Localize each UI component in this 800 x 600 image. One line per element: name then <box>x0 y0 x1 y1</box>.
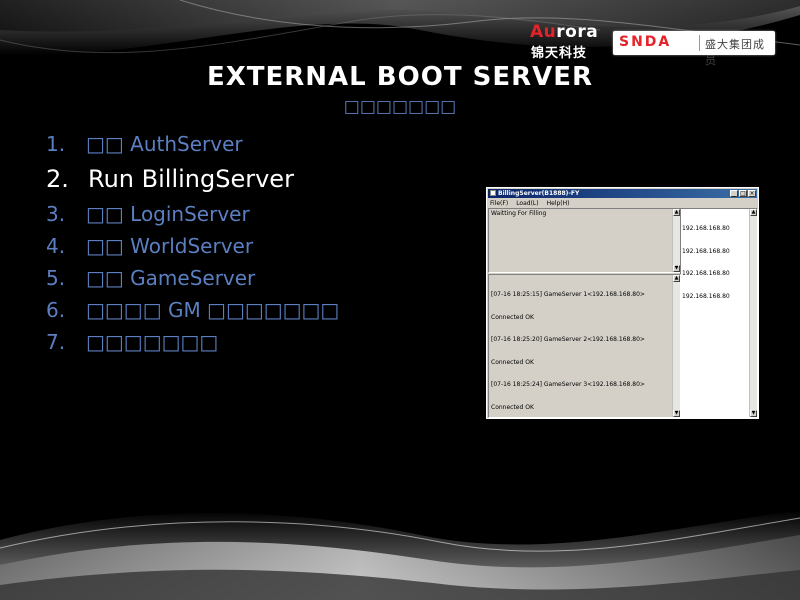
maximize-button[interactable]: □ <box>739 190 747 197</box>
log-line: Connected OK <box>491 358 534 366</box>
window-title: BillingServer(B1888)-FY <box>498 190 580 197</box>
ip-list-item[interactable]: 192.168.168.80 <box>682 248 730 256</box>
step-text: □□□□□□□ <box>86 330 219 354</box>
scroll-down-button[interactable]: ▼ <box>673 410 680 417</box>
scroll-up-button[interactable]: ▲ <box>750 209 757 216</box>
step-item-6: 6. □□□□ GM □□□□□□□ <box>46 294 339 326</box>
ip-list-scrollbar[interactable]: ▲ ▼ <box>749 209 757 417</box>
step-item-1: 1. □□ AuthServer <box>46 128 339 160</box>
log-lines: [07-16 18:25:15] GameServer 1<192.168.16… <box>491 276 645 471</box>
ip-list-item[interactable]: 192.168.168.80 <box>682 293 730 301</box>
aurora-logo: Aurora 锦天科技 <box>530 22 606 61</box>
menu-load[interactable]: Load(L) <box>516 199 538 208</box>
log-line: [07-16 18:25:20] GameServer 2<192.168.16… <box>491 336 645 343</box>
aurora-logo-wordmark: Aurora <box>530 22 599 42</box>
step-item-5: 5. □□ GameServer <box>46 262 339 294</box>
step-text: Run BillingServer <box>88 165 294 193</box>
log-line: Connected OK <box>491 448 534 456</box>
close-button[interactable]: × <box>748 190 756 197</box>
status-scrollbar[interactable]: ▲ ▼ <box>672 209 680 272</box>
ip-list-item[interactable]: 192.168.168.80 <box>682 270 730 278</box>
log-line: [07-16 18:25:28] GameServer 4<192.168.16… <box>491 426 645 433</box>
window-titlebar[interactable]: BillingServer(B1888)-FY _ □ × <box>488 189 757 198</box>
log-line: Connected OK <box>491 403 534 411</box>
status-text: Waitting For Filling <box>491 210 547 217</box>
log-line: [07-16 18:25:24] GameServer 3<192.168.16… <box>491 381 645 388</box>
log-pane: [07-16 18:25:15] GameServer 1<192.168.16… <box>488 274 681 456</box>
bottom-decorative-swoosh <box>0 510 800 600</box>
log-line: [07-16 18:25:15] GameServer 1<192.168.16… <box>491 291 645 298</box>
ip-list-item[interactable]: 192.168.168.80 <box>682 225 730 233</box>
log-scrollbar[interactable]: ▲ ▼ <box>672 275 680 417</box>
menu-help[interactable]: Help(H) <box>547 199 570 208</box>
ip-list: 192.168.168.80 192.168.168.80 192.168.16… <box>682 210 730 315</box>
step-text: □□ WorldServer <box>86 234 254 258</box>
step-text: □□ GameServer <box>86 266 256 290</box>
step-item-2-active: 2. Run BillingServer <box>46 160 339 198</box>
status-pane: Waitting For Filling ▲ ▼ <box>488 208 681 273</box>
scroll-down-button[interactable]: ▼ <box>750 410 757 417</box>
snda-logo: SNDA 盛大集团成员 <box>613 31 775 67</box>
step-number: 5. <box>46 266 66 290</box>
window-menubar: File(F) Load(L) Help(H) <box>488 199 757 208</box>
menu-file[interactable]: File(F) <box>490 199 508 208</box>
step-number: 3. <box>46 202 66 226</box>
step-text: □□ AuthServer <box>86 132 243 156</box>
scroll-up-button[interactable]: ▲ <box>673 209 680 216</box>
step-item-4: 4. □□ WorldServer <box>46 230 339 262</box>
step-number: 6. <box>46 298 66 322</box>
step-number: 7. <box>46 330 66 354</box>
step-number: 2. <box>46 165 69 193</box>
aurora-logo-subtitle: 锦天科技 <box>531 46 588 61</box>
billingserver-window: BillingServer(B1888)-FY _ □ × File(F) Lo… <box>486 187 759 456</box>
scroll-up-button[interactable]: ▲ <box>673 275 680 282</box>
step-number: 4. <box>46 234 66 258</box>
snda-logo-wordmark: SNDA <box>619 34 672 50</box>
scroll-down-button[interactable]: ▼ <box>673 265 680 272</box>
step-item-7: 7. □□□□□□□ <box>46 326 339 358</box>
slide-title: EXTERNAL BOOT SERVER <box>206 62 594 92</box>
log-line: Connected OK <box>491 313 534 321</box>
ip-list-pane: 192.168.168.80 192.168.168.80 192.168.16… <box>680 208 758 418</box>
step-text: □□ LoginServer <box>86 202 250 226</box>
slide-subtitle: □□□□□□□ <box>343 97 457 117</box>
snda-logo-divider <box>699 35 700 51</box>
step-number: 1. <box>46 132 66 156</box>
step-item-3: 3. □□ LoginServer <box>46 198 339 230</box>
app-icon <box>490 190 496 196</box>
minimize-button[interactable]: _ <box>730 190 738 197</box>
step-text: □□□□ GM □□□□□□□ <box>86 298 340 322</box>
boot-steps-list: 1. □□ AuthServer 2. Run BillingServer 3. □□… <box>46 128 339 358</box>
